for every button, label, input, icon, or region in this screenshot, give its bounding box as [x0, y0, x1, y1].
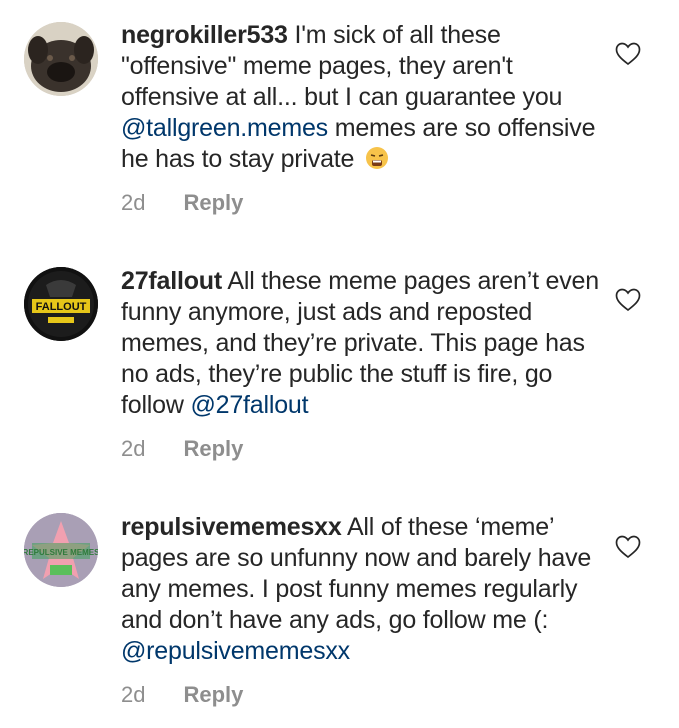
comment-body: 27fallout All these meme pages aren’t ev…: [121, 266, 601, 421]
fallout-logo-avatar-icon: FALLOUT: [24, 267, 98, 341]
tired-face-emoji-icon: [365, 147, 388, 169]
comment-meta: 2d Reply: [121, 190, 243, 216]
repulsive-memes-logo-text: REPULSIVE MEMES: [24, 548, 98, 557]
reply-button[interactable]: Reply: [183, 190, 243, 216]
comment-meta: 2d Reply: [121, 436, 243, 462]
avatar[interactable]: REPULSIVE MEMES: [24, 513, 98, 587]
reply-button[interactable]: Reply: [183, 436, 243, 462]
fallout-logo-text: FALLOUT: [36, 301, 87, 313]
dog-avatar-icon: [24, 22, 98, 96]
avatar[interactable]: [24, 22, 98, 96]
heart-outline-icon[interactable]: [615, 42, 641, 66]
comment-username[interactable]: 27fallout: [121, 267, 222, 295]
comment-username[interactable]: negrokiller533: [121, 21, 288, 49]
comment-mention[interactable]: @repulsivememesxx: [121, 637, 350, 665]
comment-timestamp: 2d: [121, 190, 146, 215]
comment-body: repulsivememesxx All of these ‘meme’ pag…: [121, 512, 601, 667]
comment-username[interactable]: repulsivememesxx: [121, 513, 342, 541]
comment-body: negrokiller533 I'm sick of all these "of…: [121, 20, 601, 175]
comment-mention[interactable]: @27fallout: [190, 391, 308, 419]
patrick-star-avatar-icon: REPULSIVE MEMES: [24, 513, 98, 587]
comment-meta: 2d Reply: [121, 682, 243, 708]
comment-timestamp: 2d: [121, 436, 146, 461]
comment-mention[interactable]: @tallgreen.memes: [121, 114, 328, 142]
comment-timestamp: 2d: [121, 682, 146, 707]
reply-button[interactable]: Reply: [183, 682, 243, 708]
avatar[interactable]: FALLOUT: [24, 267, 98, 341]
heart-outline-icon[interactable]: [615, 535, 641, 559]
heart-outline-icon[interactable]: [615, 288, 641, 312]
